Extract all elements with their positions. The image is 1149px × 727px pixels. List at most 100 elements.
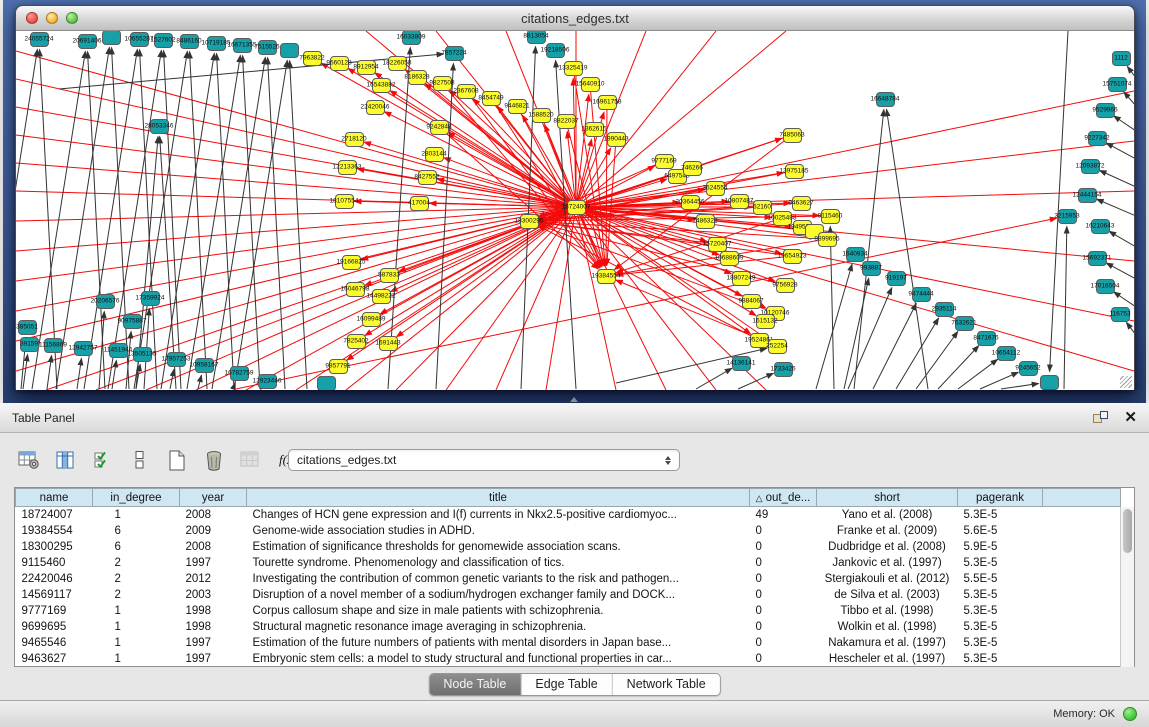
graph-node[interactable]: 9463627 xyxy=(792,196,811,211)
graph-node[interactable]: 2367608 xyxy=(457,84,476,99)
column-header-short[interactable]: short xyxy=(817,489,958,507)
graph-node[interactable]: 9756928 xyxy=(776,278,795,293)
table-cell[interactable]: 9699695 xyxy=(16,619,93,635)
graph-node[interactable]: 7632621 xyxy=(955,316,974,331)
graph-node[interactable]: 14498222 xyxy=(372,289,391,304)
table-cell[interactable]: 2 xyxy=(93,555,180,571)
graph-node[interactable]: 90975887 xyxy=(123,314,142,329)
table-cell[interactable]: Estimation of significance thresholds fo… xyxy=(247,539,750,555)
minimize-window-button[interactable] xyxy=(46,12,58,24)
column-header-out-de[interactable]: △out_de... xyxy=(750,489,817,507)
table-row[interactable]: 1456911722003Disruption of a novel membe… xyxy=(16,587,1121,603)
graph-node[interactable]: 919197 xyxy=(887,271,906,286)
tab-node-table[interactable]: Node Table xyxy=(429,674,521,695)
table-cell[interactable]: Nakamura et al. (1997) xyxy=(817,635,958,651)
table-cell[interactable]: 9777169 xyxy=(16,603,93,619)
graph-node[interactable]: 1990443 xyxy=(607,132,626,147)
table-cell[interactable]: 0 xyxy=(750,571,817,587)
table-row[interactable]: 2242004622012Investigating the contribut… xyxy=(16,571,1121,587)
table-cell[interactable]: Hescheler et al. (1997) xyxy=(817,651,958,667)
table-cell[interactable]: 6 xyxy=(93,539,180,555)
close-window-button[interactable] xyxy=(26,12,38,24)
show-columns-icon[interactable] xyxy=(53,447,79,473)
table-cell[interactable]: 1998 xyxy=(180,619,247,635)
graph-node[interactable]: 7825402 xyxy=(347,334,366,349)
graph-node[interactable]: 11451944 xyxy=(109,343,128,358)
column-header-name[interactable]: name xyxy=(16,489,93,507)
graph-node[interactable]: 12213363 xyxy=(338,160,357,175)
table-row[interactable]: 969969511998Structural magnetic resonanc… xyxy=(16,619,1121,635)
delete-icon[interactable] xyxy=(201,447,227,473)
table-cell[interactable]: 5.3E-5 xyxy=(958,555,1043,571)
graph-node[interactable]: 9446821 xyxy=(508,99,527,114)
network-view-window[interactable]: citations_edges.txt 24055724206914061065… xyxy=(15,5,1135,390)
graph-node[interactable]: 7486322 xyxy=(696,214,715,229)
tab-network-table[interactable]: Network Table xyxy=(613,674,720,695)
graph-node[interactable]: 9827508 xyxy=(433,76,452,91)
graph-node[interactable]: 2935114 xyxy=(935,302,954,317)
table-cell[interactable]: 1 xyxy=(93,507,180,523)
graph-node[interactable]: 1733426 xyxy=(774,362,793,377)
graph-node[interactable]: 10025488 xyxy=(773,211,792,226)
maximize-window-button[interactable] xyxy=(66,12,78,24)
graph-node[interactable]: 7963822 xyxy=(303,51,322,66)
graph-node[interactable]: 16543882 xyxy=(372,78,391,93)
graph-node[interactable]: 15640910 xyxy=(581,77,600,92)
graph-node[interactable]: 39159 xyxy=(20,337,39,352)
table-row[interactable]: 1938455462009Genome-wide association stu… xyxy=(16,523,1121,539)
graph-node[interactable]: 11156869 xyxy=(44,338,63,353)
table-cell[interactable]: 5.6E-5 xyxy=(958,523,1043,539)
graph-node[interactable]: 16671355 xyxy=(233,38,252,53)
column-header-in-degree[interactable]: in_degree xyxy=(93,489,180,507)
table-cell[interactable]: 0 xyxy=(750,587,817,603)
graph-node[interactable]: 252254 xyxy=(768,339,787,354)
table-cell[interactable]: 2 xyxy=(93,571,180,587)
table-row[interactable]: 977716911998Corpus callosum shape and si… xyxy=(16,603,1121,619)
graph-node[interactable]: 19166825 xyxy=(342,255,361,270)
graph-node[interactable]: 15720407 xyxy=(708,237,727,252)
tab-edge-table[interactable]: Edge Table xyxy=(521,674,612,695)
graph-node[interactable]: 10655287 xyxy=(130,32,149,47)
graph-node[interactable]: 9884067 xyxy=(742,294,761,309)
table-cell[interactable]: Wolkin et al. (1998) xyxy=(817,619,958,635)
table-cell[interactable]: 5.3E-5 xyxy=(958,587,1043,603)
table-row[interactable]: 911546021997Tourette syndrome. Phenomeno… xyxy=(16,555,1121,571)
table-cell[interactable]: 1 xyxy=(93,635,180,651)
graph-node[interactable]: 2718120 xyxy=(345,132,364,147)
graph-node[interactable]: 8813054 xyxy=(527,31,546,44)
table-cell[interactable]: Disruption of a novel member of a sodium… xyxy=(247,587,750,603)
table-cell[interactable]: Changes of HCN gene expression and I(f) … xyxy=(247,507,750,523)
graph-node[interactable]: 12923446 xyxy=(258,374,277,389)
graph-node[interactable]: 20364456 xyxy=(681,195,700,210)
graph-node[interactable]: 10719185 xyxy=(207,36,226,51)
table-cell[interactable]: 5.3E-5 xyxy=(958,619,1043,635)
graph-node[interactable]: 3624554 xyxy=(706,181,725,196)
graph-node[interactable]: 8486160 xyxy=(180,34,199,49)
table-cell[interactable]: 49 xyxy=(750,507,817,523)
table-cell[interactable]: Jankovic et al. (1997) xyxy=(817,555,958,571)
table-row[interactable]: 946554611997Estimation of the future num… xyxy=(16,635,1121,651)
graph-node[interactable]: 9115460 xyxy=(821,209,840,224)
table-cell[interactable]: 5.5E-5 xyxy=(958,571,1043,587)
table-cell[interactable]: 0 xyxy=(750,619,817,635)
table-cell[interactable]: 19384554 xyxy=(16,523,93,539)
graph-node[interactable]: 10654112 xyxy=(997,346,1016,361)
table-cell[interactable]: Genome-wide association studies in ADHD. xyxy=(247,523,750,539)
table-cell[interactable]: 9463627 xyxy=(16,651,93,667)
graph-node[interactable]: 9857791 xyxy=(329,359,348,374)
table-cell[interactable]: 1997 xyxy=(180,555,247,571)
table-cell[interactable]: 2008 xyxy=(180,507,247,523)
table-cell[interactable]: 1 xyxy=(93,651,180,667)
graph-node[interactable]: 16046798 xyxy=(346,282,365,297)
table-cell[interactable]: 22420046 xyxy=(16,571,93,587)
graph-node[interactable]: 22420046 xyxy=(366,100,385,115)
graph-node[interactable]: 19384554 xyxy=(597,269,616,284)
table-cell[interactable]: de Silva et al. (2003) xyxy=(817,587,958,603)
graph-node[interactable]: 7515526 xyxy=(258,40,277,55)
graph-node[interactable]: 1640934 xyxy=(846,247,865,262)
graph-node[interactable]: 16210643 xyxy=(1091,219,1110,234)
graph-node[interactable]: 8454749 xyxy=(482,91,501,106)
graph-node[interactable]: 8912954 xyxy=(357,60,376,75)
graph-node[interactable]: 116753 xyxy=(1111,307,1130,322)
graph-node[interactable] xyxy=(317,376,336,391)
